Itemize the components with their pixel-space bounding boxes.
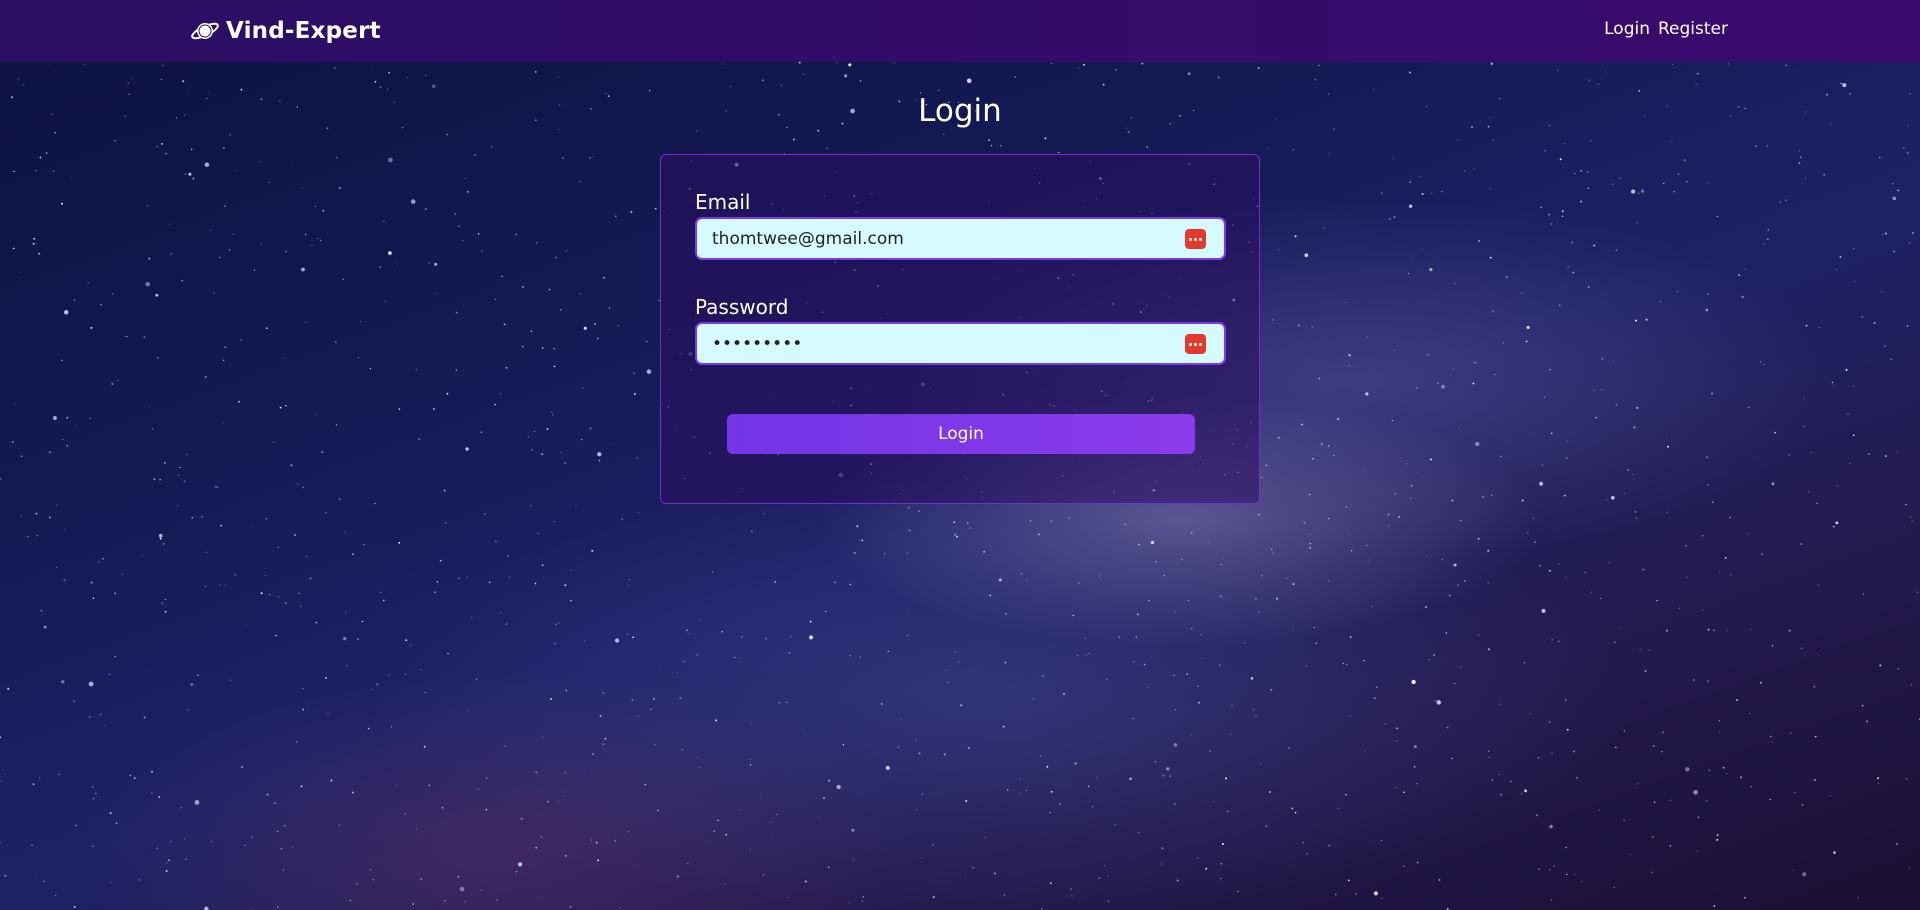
- brand-link[interactable]: Vind-Expert: [190, 14, 381, 48]
- password-label: Password: [695, 295, 789, 319]
- nav-links: Login Register: [1604, 19, 1728, 39]
- login-card: Email Password Login: [660, 154, 1260, 504]
- planet-ring-icon: [191, 22, 219, 40]
- email-field-wrapper: [695, 217, 1226, 260]
- login-button[interactable]: Login: [727, 414, 1195, 454]
- password-field-wrapper: [695, 322, 1226, 365]
- password-manager-icon[interactable]: [1185, 229, 1206, 249]
- page-title: Login: [918, 93, 1002, 129]
- navbar: Vind-Expert Login Register: [0, 0, 1920, 62]
- email-field[interactable]: [697, 219, 1224, 258]
- brand-name: Vind-Expert: [226, 18, 381, 44]
- email-label: Email: [695, 190, 751, 214]
- password-field[interactable]: [697, 324, 1224, 363]
- password-manager-icon[interactable]: [1185, 334, 1206, 354]
- nav-register-link[interactable]: Register: [1658, 19, 1728, 39]
- nav-login-link[interactable]: Login: [1604, 19, 1650, 39]
